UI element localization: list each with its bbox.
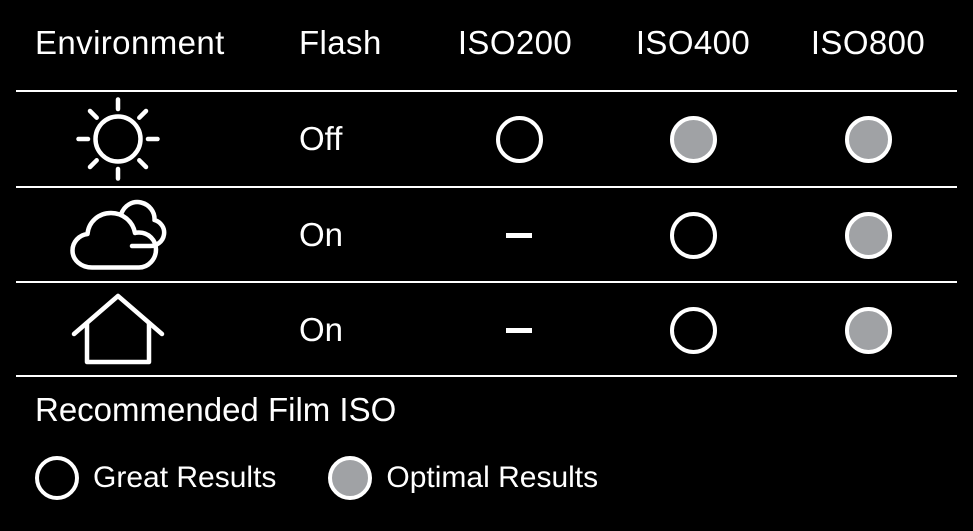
column-header-iso400: ISO400 — [635, 24, 751, 61]
footer-title: Recommended Film ISO — [35, 391, 397, 428]
environment-cell — [66, 188, 170, 282]
iso400-marker — [623, 92, 763, 186]
filled-circle-marker — [844, 306, 892, 354]
dash-marker — [506, 327, 532, 333]
open-circle-marker — [669, 306, 717, 354]
legend-label: Great Results — [93, 461, 277, 494]
house-icon — [66, 292, 170, 368]
dash-marker — [506, 232, 532, 238]
table-row: On — [0, 188, 973, 282]
flash-value: On — [299, 216, 344, 253]
open-circle-marker — [669, 211, 717, 259]
column-header-flash: Flash — [299, 24, 382, 61]
column-header-iso200: ISO200 — [457, 24, 573, 61]
iso800-marker — [798, 188, 938, 282]
legend: Great Results Optimal Results — [35, 455, 598, 501]
filled-circle-marker — [669, 115, 717, 163]
flash-value: Off — [299, 120, 343, 157]
column-header-iso800: ISO800 — [810, 24, 926, 61]
open-circle-marker — [495, 115, 543, 163]
open-circle-icon — [35, 456, 79, 500]
filled-circle-marker — [844, 211, 892, 259]
iso200-marker — [449, 188, 589, 282]
table-row: Off — [0, 92, 973, 186]
iso200-marker — [449, 283, 589, 377]
iso800-marker — [798, 283, 938, 377]
filled-circle-icon — [328, 456, 373, 500]
table-header-row: Environment Flash ISO200 ISO400 ISO800 — [0, 23, 973, 71]
legend-label: Optimal Results — [386, 461, 599, 494]
legend-item-great-results: Great Results — [35, 455, 276, 501]
table-row: On — [0, 283, 973, 377]
column-header-environment: Environment — [35, 24, 225, 61]
iso800-marker — [798, 92, 938, 186]
environment-cell — [66, 92, 170, 186]
iso400-marker — [623, 188, 763, 282]
cloud-icon — [66, 197, 170, 273]
flash-value: On — [299, 311, 344, 348]
iso-recommendation-chart: Environment Flash ISO200 ISO400 ISO800 O… — [0, 0, 973, 531]
legend-item-optimal-results: Optimal Results — [328, 455, 598, 501]
environment-cell — [66, 283, 170, 377]
filled-circle-marker — [844, 115, 892, 163]
sun-icon — [66, 97, 170, 181]
iso200-marker — [449, 92, 589, 186]
iso400-marker — [623, 283, 763, 377]
